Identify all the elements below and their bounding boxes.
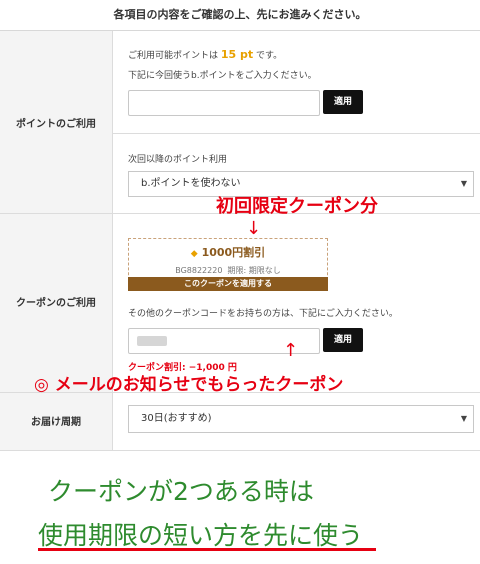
points-label: ポイントのご利用 xyxy=(16,119,96,130)
points-instruction: 下記に今回使うb.ポイントをご入力ください。 xyxy=(128,71,317,81)
points-available-value: 15 pt xyxy=(220,48,254,61)
coupon-code-masked-value xyxy=(137,336,167,346)
mail-coupon-annotation: ◎ メールのお知らせでもらったクーポン xyxy=(34,375,344,395)
delivery-cycle-select[interactable]: 30日(おすすめ) ▼ xyxy=(128,405,474,433)
points-available-line: ご利用可能ポイントは 15 pt です。 xyxy=(128,48,282,61)
points-divider xyxy=(112,133,480,134)
coupon-card-period-label: 期限: xyxy=(227,266,247,275)
coupon-card-meta: BG8822220 期限: 期限なし xyxy=(129,265,327,276)
chevron-down-icon: ▼ xyxy=(460,414,467,423)
chevron-down-icon: ▼ xyxy=(460,179,467,188)
coupon-label-cell: クーポンのご利用 xyxy=(0,214,113,393)
coupon-card-period-value: 期限なし xyxy=(248,266,281,275)
coupon-card-title: 1000円割引 xyxy=(201,246,266,259)
delivery-cycle-value: 30日(おすすめ) xyxy=(141,413,212,424)
arrow-up-icon: ↑ xyxy=(283,340,299,361)
points-apply-button[interactable]: 適用 xyxy=(323,90,363,114)
points-available-prefix: ご利用可能ポイントは xyxy=(128,51,219,61)
coupon-apply-code-button[interactable]: 適用 xyxy=(323,328,363,352)
delivery-label: お届け周期 xyxy=(31,417,81,428)
arrow-down-icon: ↓ xyxy=(246,218,262,239)
tag-icon: ◆ xyxy=(190,249,198,259)
next-use-value: b.ポイントを使わない xyxy=(141,178,241,189)
points-label-cell: ポイントのご利用 xyxy=(0,31,113,214)
coupon-other-instruction: その他のクーポンコードをお持ちの方は、下記にご入力ください。 xyxy=(128,309,398,319)
next-use-label: 次回以降のポイント利用 xyxy=(128,155,228,165)
coupon-card-code: BG8822220 xyxy=(175,266,223,275)
tip-line-1: クーポンが2つある時は xyxy=(48,477,314,506)
points-available-suffix: です。 xyxy=(256,51,283,61)
tip-underline xyxy=(38,548,376,551)
form-bottom-border xyxy=(0,450,480,451)
notice-text: 各項目の内容をご確認の上、先にお進みください。 xyxy=(113,8,367,21)
first-coupon-annotation: 初回限定クーポン分 xyxy=(216,196,378,217)
delivery-label-cell: お届け周期 xyxy=(0,393,113,451)
tip-line-2: 使用期限の短い方を先に使う xyxy=(38,521,364,550)
coupon-title-line: ◆ 1000円割引 xyxy=(129,244,327,260)
coupon-apply-button[interactable]: このクーポンを適用する xyxy=(128,277,328,291)
coupon-label: クーポンのご利用 xyxy=(16,298,96,309)
points-input[interactable] xyxy=(128,90,320,116)
